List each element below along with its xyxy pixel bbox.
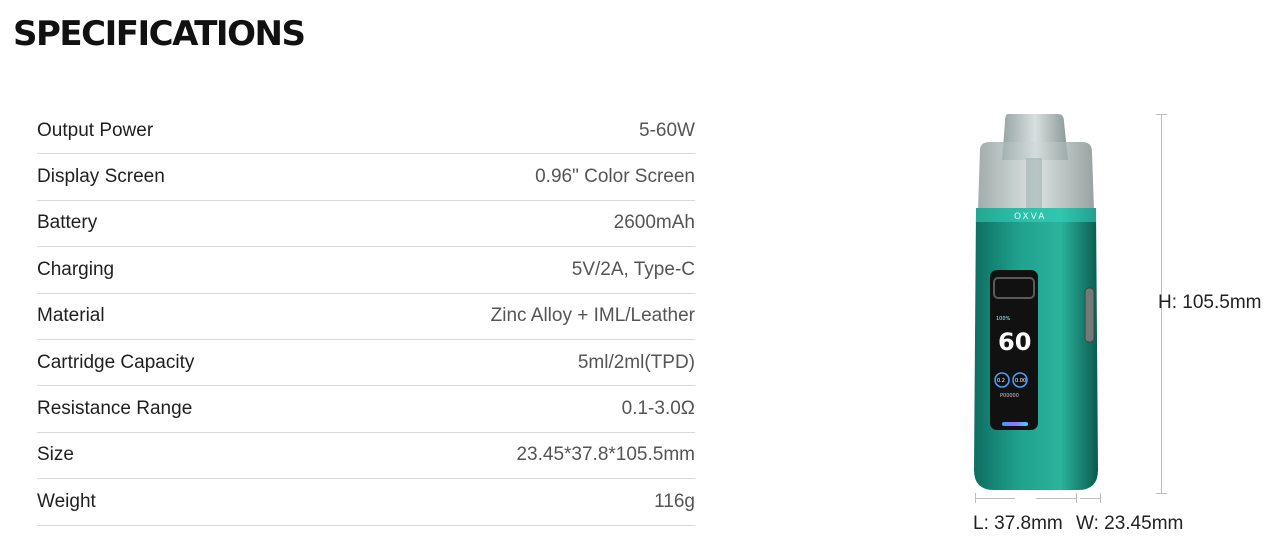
spec-row-cartridge-capacity: Cartridge Capacity 5ml/2ml(TPD) — [37, 340, 695, 387]
spec-value: 0.96" Color Screen — [535, 166, 695, 188]
page-title: SPECIFICATIONS — [13, 14, 306, 54]
length-dimension-line — [975, 498, 1015, 499]
spec-label: Charging — [37, 258, 115, 280]
spec-value: 0.1-3.0Ω — [621, 398, 695, 420]
spec-label: Material — [37, 305, 105, 327]
spec-label: Resistance Range — [37, 398, 193, 420]
spec-value: 5-60W — [639, 119, 695, 141]
width-label: W: 23.45mm — [1076, 513, 1184, 534]
spec-row-charging: Charging 5V/2A, Type-C — [37, 247, 695, 294]
spec-value: 5ml/2ml(TPD) — [577, 351, 695, 373]
screen-counter: 0.00 — [1015, 378, 1026, 384]
spec-value: 5V/2A, Type-C — [571, 258, 695, 280]
width-dimension-tick — [1100, 493, 1101, 503]
spec-label: Display Screen — [37, 166, 165, 188]
spec-label: Weight — [37, 490, 96, 512]
height-dimension-cap-bottom — [1156, 493, 1167, 494]
length-label: L: 37.8mm — [973, 513, 1063, 534]
height-label: H: 105.5mm — [1158, 292, 1262, 313]
spec-row-weight: Weight 116g — [37, 479, 695, 526]
spec-label: Battery — [37, 212, 98, 234]
spec-value: 116g — [654, 490, 695, 512]
height-dimension-cap-top — [1156, 114, 1167, 115]
spec-row-material: Material Zinc Alloy + IML/Leather — [37, 294, 695, 340]
spec-label: Output Power — [37, 119, 154, 141]
spec-value: Zinc Alloy + IML/Leather — [490, 305, 695, 327]
device-brand-text: OXVA — [1014, 212, 1046, 222]
length-dimension-tick — [1076, 493, 1077, 503]
device-product-image: OXVA 100% 60 0.2 0.00 P00000 — [974, 114, 1098, 490]
spec-row-resistance-range: Resistance Range 0.1-3.0Ω — [37, 386, 695, 433]
width-dimension-line — [1080, 498, 1100, 499]
spec-row-display-screen: Display Screen 0.96" Color Screen — [37, 154, 695, 201]
spec-row-battery: Battery 2600mAh — [37, 201, 695, 248]
length-dimension-line — [1036, 498, 1076, 499]
spec-table: Output Power 5-60W Display Screen 0.96" … — [37, 108, 695, 526]
spec-row-size: Size 23.45*37.8*105.5mm — [37, 433, 695, 480]
spec-label: Size — [37, 444, 74, 466]
screen-battery: 100% — [996, 316, 1011, 322]
spec-row-output-power: Output Power 5-60W — [37, 108, 695, 155]
screen-puffs: P00000 — [1000, 393, 1019, 399]
screen-power: 60 — [998, 328, 1031, 356]
spec-value: 23.45*37.8*105.5mm — [516, 444, 695, 466]
screen-resistance: 0.2 — [997, 378, 1005, 384]
spec-value: 2600mAh — [613, 212, 695, 234]
spec-label: Cartridge Capacity — [37, 351, 195, 373]
